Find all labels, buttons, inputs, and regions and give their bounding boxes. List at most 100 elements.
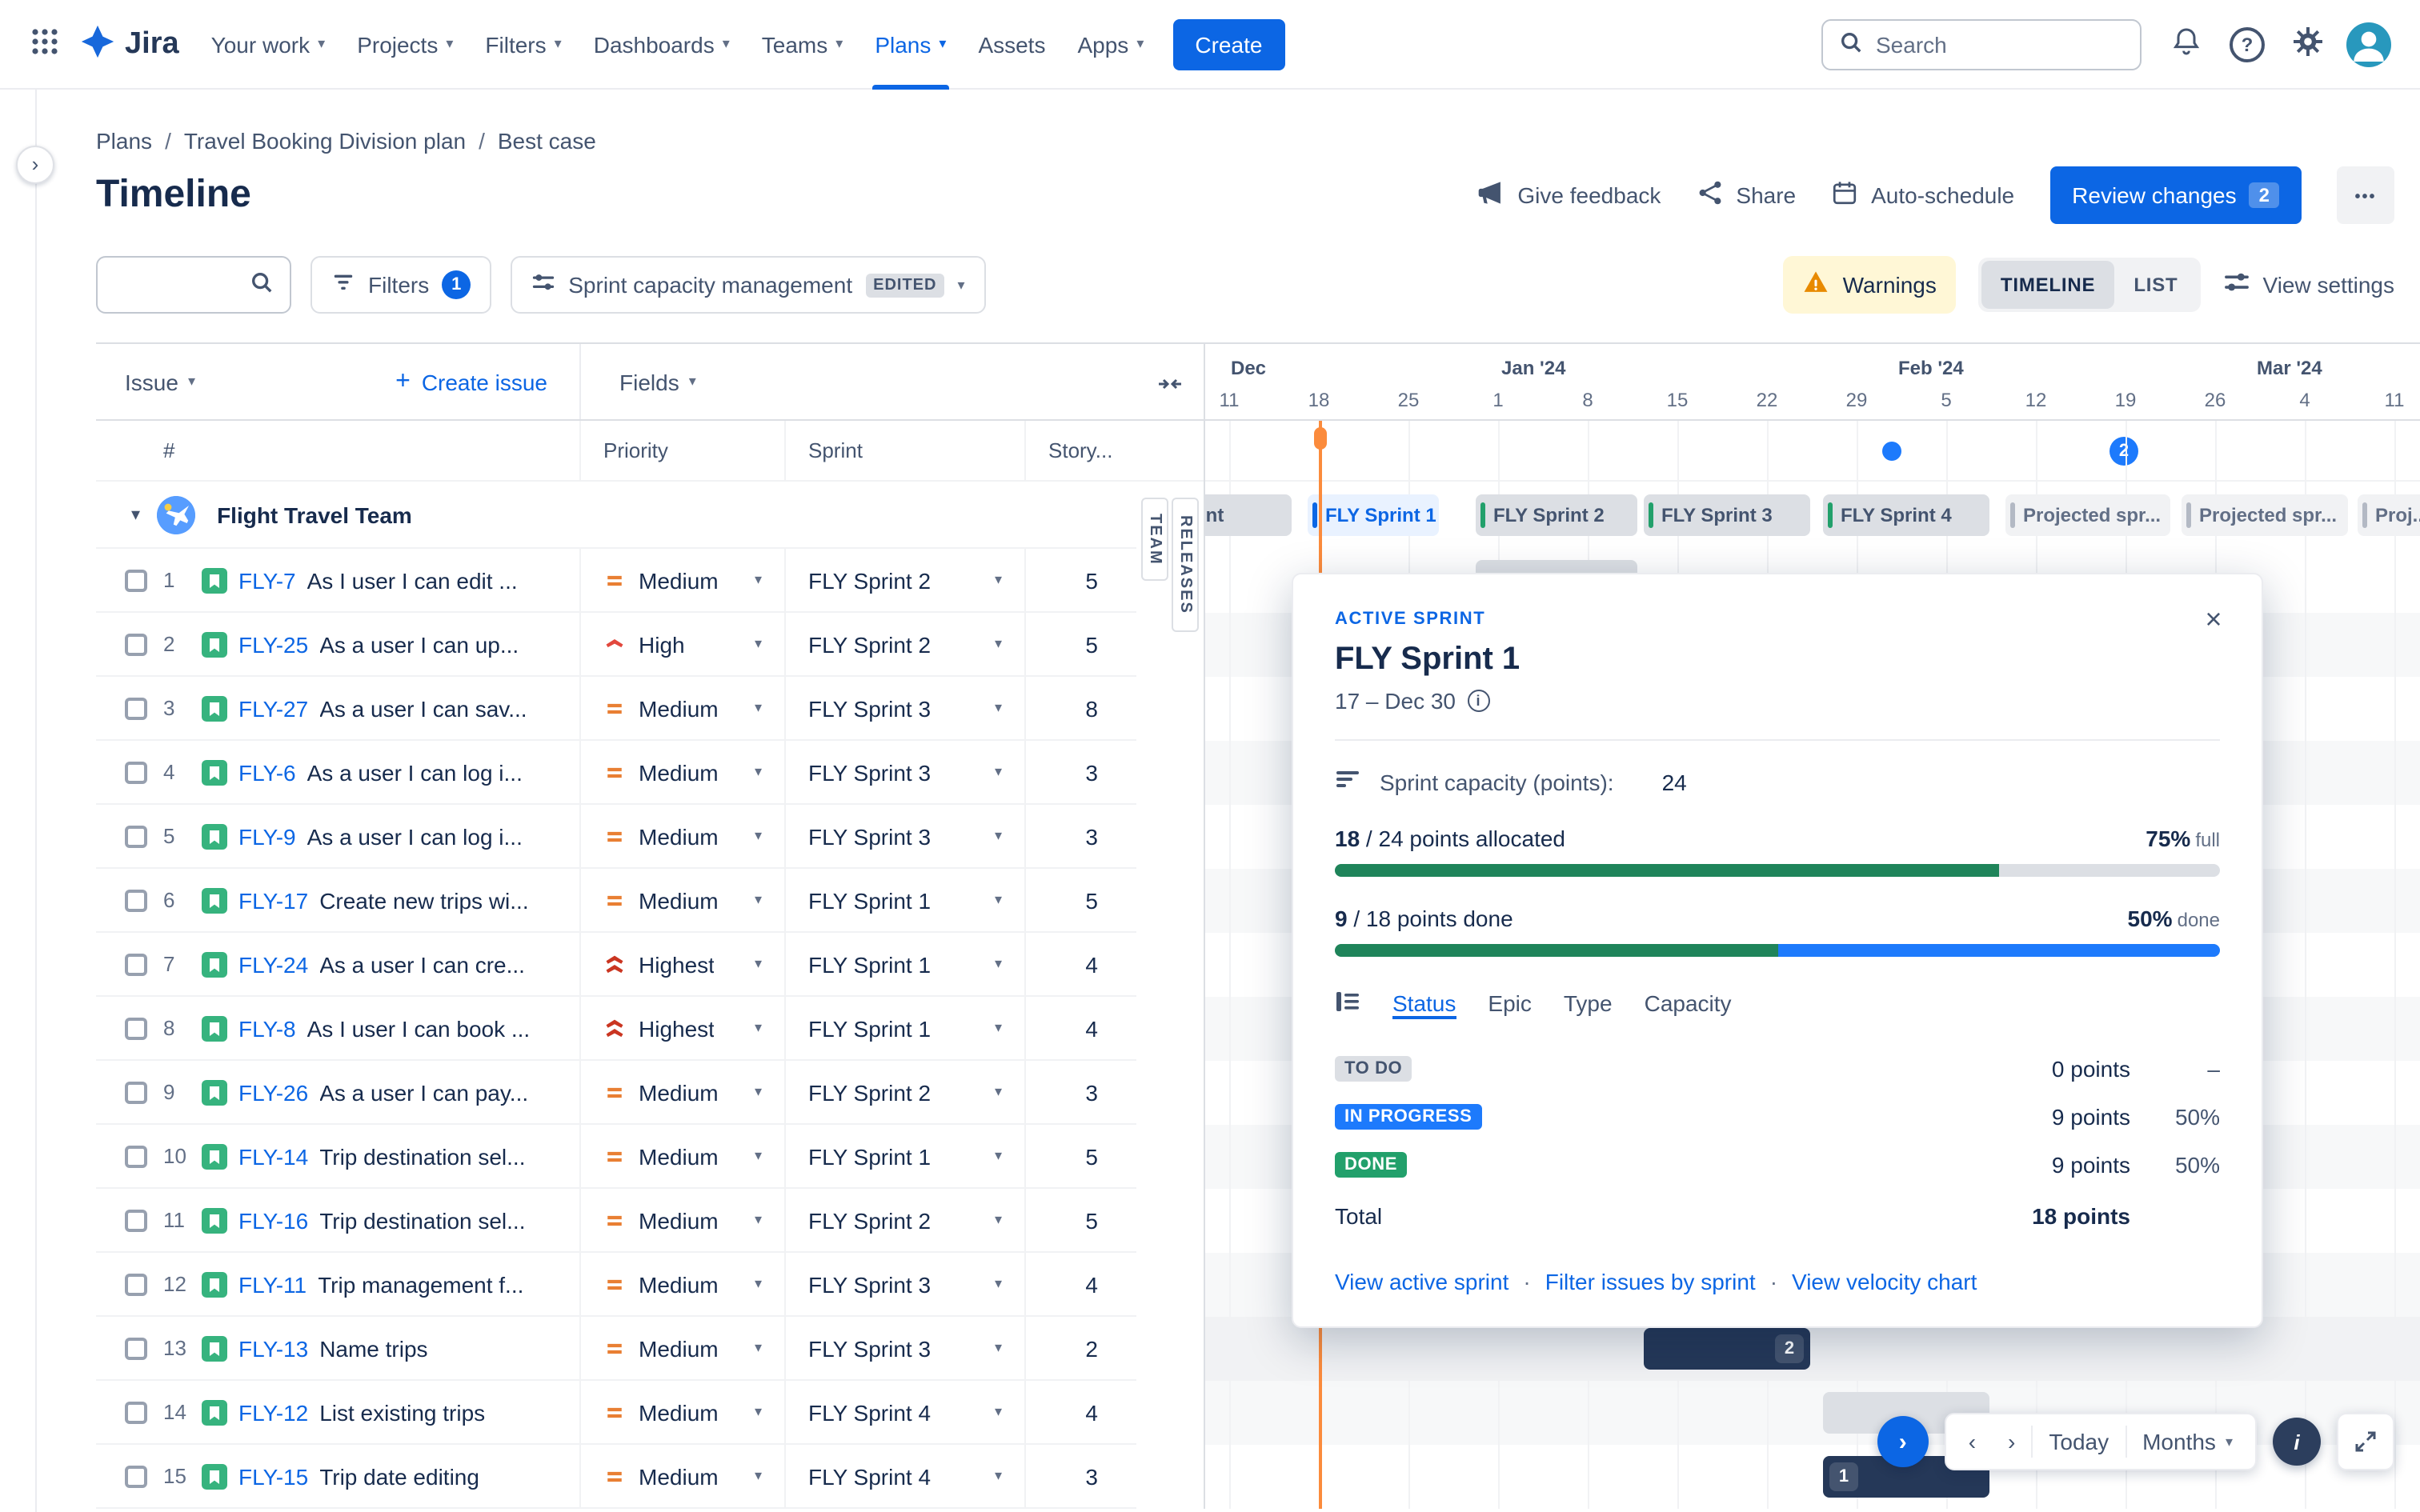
issue-key-link[interactable]: FLY-11 [238,1271,307,1297]
global-search-input[interactable] [1876,31,2124,57]
sprint-select[interactable]: FLY Sprint 1 [784,933,1024,995]
nav-item-teams[interactable]: Teams [746,0,859,89]
release-milestone-count[interactable]: 2 [2109,437,2138,466]
sprint-select[interactable]: FLY Sprint 4 [784,1445,1024,1507]
priority-select[interactable]: High [579,613,784,675]
priority-select[interactable]: Medium [579,1253,784,1315]
nav-item-apps[interactable]: Apps [1061,0,1160,89]
row-checkbox[interactable] [125,1017,147,1039]
breadcrumb-scenario[interactable]: Best case [498,128,596,154]
scroll-left-button[interactable]: ‹ [1953,1419,1992,1464]
tab-type[interactable]: Type [1564,990,1613,1018]
sprint-select[interactable]: FLY Sprint 3 [784,1253,1024,1315]
nav-item-your-work[interactable]: Your work [195,0,342,89]
nav-item-assets[interactable]: Assets [962,0,1061,89]
issue-key-link[interactable]: FLY-17 [238,887,308,913]
priority-select[interactable]: Highest [579,933,784,995]
global-search[interactable] [1821,18,2142,70]
row-checkbox[interactable] [125,1209,147,1231]
issue-key-link[interactable]: FLY-7 [238,567,296,593]
issue-key-link[interactable]: FLY-24 [238,951,308,977]
share-button[interactable]: Share [1696,179,1796,211]
nav-item-filters[interactable]: Filters [469,0,577,89]
row-checkbox[interactable] [125,1337,147,1359]
breadcrumb-plans[interactable]: Plans [96,128,152,154]
row-checkbox[interactable] [125,1401,147,1423]
sprint-select[interactable]: FLY Sprint 2 [784,549,1024,611]
releases-strip[interactable]: RELEASES [1172,498,1199,632]
row-checkbox[interactable] [125,1465,147,1487]
priority-select[interactable]: Medium [579,1125,784,1187]
tab-capacity[interactable]: Capacity [1645,990,1732,1018]
priority-select[interactable]: Medium [579,1189,784,1251]
sprint-select[interactable]: FLY Sprint 3 [784,677,1024,739]
sprint-chip-proj[interactable]: Proj... [2358,494,2420,536]
nav-item-plans[interactable]: Plans [859,0,962,89]
breadcrumb-plan-name[interactable]: Travel Booking Division plan [184,128,466,154]
row-checkbox[interactable] [125,1081,147,1103]
priority-select[interactable]: Medium [579,1061,784,1123]
tab-list[interactable]: LIST [2114,261,2197,309]
issue-key-link[interactable]: FLY-8 [238,1015,296,1041]
sprint-select[interactable]: FLY Sprint 1 [784,997,1024,1059]
expand-panel-button[interactable] [1877,1416,1929,1467]
issue-key-link[interactable]: FLY-15 [238,1463,308,1489]
priority-select[interactable]: Medium [579,741,784,803]
sprint-chip-fly-sprint-2[interactable]: FLY Sprint 2 [1476,494,1637,536]
nav-item-dashboards[interactable]: Dashboards [578,0,746,89]
give-feedback-button[interactable]: Give feedback [1477,179,1661,211]
sprint-select[interactable]: FLY Sprint 1 [784,1125,1024,1187]
view-settings-button[interactable]: View settings [2223,269,2394,301]
fullscreen-button[interactable] [2337,1413,2394,1470]
issue-key-link[interactable]: FLY-25 [238,631,308,657]
row-checkbox[interactable] [125,889,147,911]
tab-timeline[interactable]: TIMELINE [1981,261,2115,309]
today-button[interactable]: Today [2033,1419,2125,1464]
release-milestone-dot[interactable] [1882,442,1901,461]
sprint-select[interactable]: FLY Sprint 3 [784,1317,1024,1379]
issue-key-link[interactable]: FLY-9 [238,823,296,849]
collapse-fields-button[interactable] [1152,366,1188,402]
row-checkbox[interactable] [125,569,147,591]
issue-key-link[interactable]: FLY-12 [238,1399,308,1425]
priority-select[interactable]: Highest [579,997,784,1059]
saved-view-selector[interactable]: Sprint capacity management EDITED [511,256,986,314]
sprint-select[interactable]: FLY Sprint 2 [784,1189,1024,1251]
info-button[interactable] [2273,1418,2321,1466]
create-button[interactable]: Create [1172,18,1285,70]
priority-select[interactable]: Medium [579,677,784,739]
sprint-select[interactable]: FLY Sprint 2 [784,613,1024,675]
row-checkbox[interactable] [125,953,147,975]
issue-search[interactable] [96,256,291,314]
app-switcher-button[interactable] [19,18,70,70]
view-active-sprint-link[interactable]: View active sprint [1335,1269,1508,1294]
team-strip[interactable]: TEAM [1141,498,1168,581]
review-changes-button[interactable]: Review changes 2 [2049,166,2302,224]
sprint-chip-projected-spr[interactable]: Projected spr... [2005,494,2170,536]
priority-select[interactable]: Medium [579,1445,784,1507]
row-checkbox[interactable] [125,1145,147,1167]
sprint-chip-int[interactable]: int [1205,494,1292,536]
filter-issues-by-sprint-link[interactable]: Filter issues by sprint [1545,1269,1756,1294]
sprint-select[interactable]: FLY Sprint 3 [784,805,1024,867]
row-checkbox[interactable] [125,633,147,655]
view-velocity-chart-link[interactable]: View velocity chart [1792,1269,1977,1294]
auto-schedule-button[interactable]: Auto-schedule [1831,179,2014,211]
help-button[interactable] [2222,18,2273,70]
sprint-chip-projected-spr[interactable]: Projected spr... [2182,494,2348,536]
row-checkbox[interactable] [125,1273,147,1295]
row-checkbox[interactable] [125,825,147,847]
settings-button[interactable] [2282,18,2334,70]
fields-menu-button[interactable]: Fields [619,369,696,394]
row-checkbox[interactable] [125,697,147,719]
sprint-select[interactable]: FLY Sprint 2 [784,1061,1024,1123]
sprint-select[interactable]: FLY Sprint 3 [784,741,1024,803]
info-icon[interactable] [1467,690,1489,712]
filters-button[interactable]: Filters 1 [311,256,492,314]
issue-key-link[interactable]: FLY-13 [238,1335,308,1361]
issue-key-link[interactable]: FLY-6 [238,759,296,785]
issue-key-link[interactable]: FLY-26 [238,1079,308,1105]
row-checkbox[interactable] [125,761,147,783]
scroll-right-button[interactable]: › [1992,1419,2031,1464]
sprint-chip-fly-sprint-3[interactable]: FLY Sprint 3 [1644,494,1810,536]
